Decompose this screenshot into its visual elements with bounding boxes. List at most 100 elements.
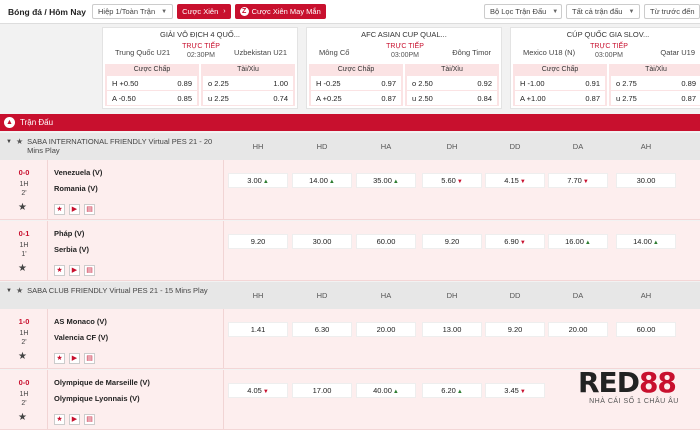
home-team: Trung Quốc U21 — [115, 48, 171, 57]
chevron-down-icon[interactable]: ▼ — [6, 138, 12, 147]
live-status: TRỰC TIẾP 02:30PM — [182, 43, 220, 59]
odds-button[interactable]: 7.70▼ — [548, 173, 608, 188]
odds-button[interactable]: u 2.25 0.74 — [203, 91, 293, 105]
lucky-parlay-button[interactable]: Z Cược Xiên May Mắn — [234, 4, 326, 19]
odds-button[interactable]: 16.00▲ — [548, 234, 608, 249]
home-team[interactable]: Olympique de Marseille (V) — [54, 374, 150, 391]
star-icon[interactable]: ★ — [16, 137, 23, 146]
chevron-down-icon: ▼ — [628, 8, 635, 15]
odds-button[interactable]: 9.20 — [422, 234, 482, 249]
stats-icon[interactable]: ▤ — [84, 204, 95, 215]
home-team[interactable]: AS Monaco (V) — [54, 313, 107, 330]
league-name: CÚP QUỐC GIA SLOV... — [566, 30, 650, 39]
odds-button[interactable]: 35.00▲ — [356, 173, 416, 188]
star-icon[interactable]: ★ — [18, 351, 27, 362]
stats-icon[interactable]: ▤ — [84, 265, 95, 276]
league-row[interactable]: ▼ ★ SABA CLUB FRIENDLY Virtual PES 21 - 15… — [0, 282, 700, 309]
column-header: DA — [572, 142, 584, 151]
away-team: Uzbekistan U21 — [234, 48, 287, 57]
match-row: 1-0 1H 2' ★ AS Monaco (V) Valencia CF (V… — [0, 309, 700, 369]
favorite-star-icon[interactable]: ★ — [54, 265, 65, 276]
odds-button[interactable]: 14.00▲ — [616, 234, 676, 249]
over-under-box: Tài/Xỉu o 2.50 0.92 u 2.50 0.84 — [405, 64, 499, 106]
odds-button[interactable]: o 2.50 0.92 — [407, 76, 497, 90]
column-header: HA — [380, 142, 392, 151]
play-icon[interactable]: ▶ — [69, 204, 80, 215]
favorite-star-icon[interactable]: ★ — [54, 353, 65, 364]
home-team[interactable]: Pháp (V) — [54, 225, 84, 242]
away-team[interactable]: Serbia (V) — [54, 241, 89, 258]
odds-button[interactable]: 5.60▼ — [422, 173, 482, 188]
odds-button[interactable]: u 2.50 0.84 — [407, 91, 497, 105]
chevron-down-icon[interactable]: ▼ — [6, 287, 12, 296]
match-minute: 2' — [21, 190, 27, 197]
featured-match-card[interactable]: CÚP QUỐC GIA SLOV... Mexico U18 (N) TRỰC… — [510, 27, 700, 109]
live-status: TRỰC TIẾP 03:00PM — [386, 43, 424, 59]
odds-button[interactable]: 4.05▼ — [228, 383, 288, 398]
odds-button[interactable]: 17.00 — [292, 383, 352, 398]
home-team[interactable]: Venezuela (V) — [54, 164, 102, 181]
odds-button[interactable]: 3.45▼ — [485, 383, 545, 398]
odds-button[interactable]: H -0.25 0.97 — [311, 76, 401, 90]
odds-down-icon: ▼ — [519, 179, 526, 185]
odds-button[interactable]: 6.90▼ — [485, 234, 545, 249]
featured-match-card[interactable]: GIẢI VÔ ĐỊCH 4 QUỐ... Trung Quốc U21 TRỰ… — [102, 27, 298, 109]
away-team[interactable]: Olympique Lyonnais (V) — [54, 390, 140, 407]
odds-button[interactable]: H -1.00 0.91 — [515, 76, 605, 90]
section-header[interactable]: ▲ Trận Đấu — [0, 114, 700, 131]
odds-button[interactable]: 6.30 — [292, 322, 352, 337]
odds-button[interactable]: 9.20 — [228, 234, 288, 249]
play-icon[interactable]: ▶ — [69, 265, 80, 276]
odds-button[interactable]: 4.15▼ — [485, 173, 545, 188]
league-row[interactable]: ▼ ★ SABA INTERNATIONAL FRIENDLY Virtual PE… — [0, 133, 700, 160]
featured-matches: GIẢI VÔ ĐỊCH 4 QUỐ... Trung Quốc U21 TRỰ… — [0, 24, 700, 112]
odds-button[interactable]: 6.20▲ — [422, 383, 482, 398]
column-header: HD — [316, 291, 328, 300]
odds-button[interactable]: A -0.50 0.85 — [107, 91, 197, 105]
period-select[interactable]: Hiệp 1/Toàn Trận ▼ — [92, 4, 174, 19]
parlay-button[interactable]: Cược Xiên › — [177, 4, 231, 19]
odds-button[interactable]: 14.00▲ — [292, 173, 352, 188]
live-status: TRỰC TIẾP 03:00PM — [590, 43, 628, 59]
match-period: 1H — [19, 391, 29, 398]
play-icon[interactable]: ▶ — [69, 353, 80, 364]
odds-button[interactable]: A +1.00 0.87 — [515, 91, 605, 105]
odds-button[interactable]: o 2.25 1.00 — [203, 76, 293, 90]
odds-button[interactable]: 30.00 — [292, 234, 352, 249]
chevron-up-icon[interactable]: ▲ — [4, 117, 15, 128]
page-title: Bóng đá / Hôm Nay — [8, 6, 86, 17]
column-header: HA — [380, 291, 392, 300]
star-icon[interactable]: ★ — [18, 202, 27, 213]
stats-icon[interactable]: ▤ — [84, 353, 95, 364]
odds-button[interactable]: u 2.75 0.87 — [611, 91, 700, 105]
column-header: DH — [446, 291, 458, 300]
featured-match-card[interactable]: AFC ASIAN CUP QUAL... Mông Cổ TRỰC TIẾP 0… — [306, 27, 502, 109]
tournament-select[interactable]: Tất cả trận đấu ▼ — [566, 4, 640, 19]
chevron-right-icon: › — [223, 8, 226, 15]
odds-button[interactable]: A +0.25 0.87 — [311, 91, 401, 105]
odds-button[interactable]: 9.20 — [485, 322, 545, 337]
match-filter-select[interactable]: Bộ Lọc Trận Đấu ▼ — [484, 4, 562, 19]
sort-select[interactable]: Từ trước đến — [644, 4, 700, 19]
odds-button[interactable]: 60.00 — [616, 322, 676, 337]
odds-button[interactable]: 40.00▲ — [356, 383, 416, 398]
odds-button[interactable]: 20.00 — [548, 322, 608, 337]
star-icon[interactable]: ★ — [18, 412, 27, 423]
odds-up-icon: ▲ — [328, 179, 335, 185]
star-icon[interactable]: ★ — [16, 286, 23, 295]
column-header: HH — [252, 291, 264, 300]
away-team[interactable]: Romania (V) — [54, 180, 98, 197]
odds-button[interactable]: o 2.75 0.89 — [611, 76, 700, 90]
odds-button[interactable]: 20.00 — [356, 322, 416, 337]
favorite-star-icon[interactable]: ★ — [54, 204, 65, 215]
odds-up-icon: ▲ — [262, 179, 269, 185]
star-icon[interactable]: ★ — [18, 263, 27, 274]
odds-button[interactable]: H +0.50 0.89 — [107, 76, 197, 90]
odds-button[interactable]: 3.00▲ — [228, 173, 288, 188]
odds-button[interactable]: 30.00 — [616, 173, 676, 188]
odds-button[interactable]: 13.00 — [422, 322, 482, 337]
away-team[interactable]: Valencia CF (V) — [54, 329, 108, 346]
odds-button[interactable]: 60.00 — [356, 234, 416, 249]
odds-button[interactable]: 1.41 — [228, 322, 288, 337]
match-minute: 1' — [21, 251, 27, 258]
